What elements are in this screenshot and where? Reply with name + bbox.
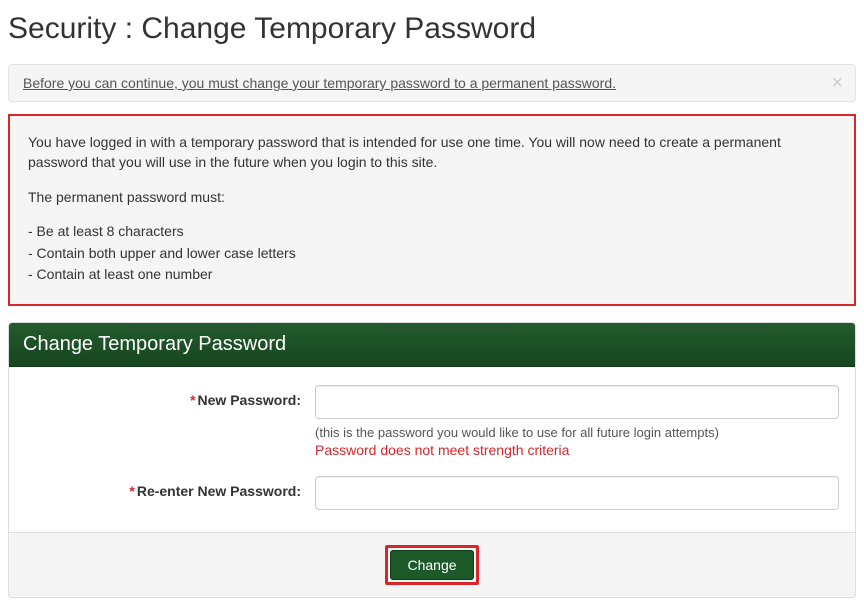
requirement-item: - Be at least 8 characters: [28, 221, 836, 243]
change-button-highlight: Change: [385, 545, 478, 585]
reenter-password-row: *Re-enter New Password:: [25, 476, 839, 510]
change-button[interactable]: Change: [390, 550, 473, 580]
reenter-password-input[interactable]: [315, 476, 839, 510]
password-strength-error: Password does not meet strength criteria: [315, 442, 839, 458]
new-password-hint: (this is the password you would like to …: [315, 425, 839, 440]
close-icon[interactable]: ×: [831, 73, 843, 93]
new-password-label: *New Password:: [25, 385, 315, 408]
new-password-row: *New Password: (this is the password you…: [25, 385, 839, 458]
panel-footer: Change: [9, 532, 855, 597]
instruction-intro: You have logged in with a temporary pass…: [28, 132, 836, 173]
requirement-item: - Contain both upper and lower case lett…: [28, 243, 836, 265]
alert-banner: Before you can continue, you must change…: [8, 64, 856, 102]
reenter-password-label: *Re-enter New Password:: [25, 476, 315, 499]
change-password-panel: Change Temporary Password *New Password:…: [8, 322, 856, 598]
requirement-item: - Contain at least one number: [28, 264, 836, 286]
page-title: Security : Change Temporary Password: [8, 12, 856, 46]
alert-text: Before you can continue, you must change…: [23, 75, 616, 91]
instruction-must-label: The permanent password must:: [28, 187, 836, 207]
panel-title: Change Temporary Password: [9, 323, 855, 367]
required-mark: *: [190, 392, 195, 408]
new-password-input[interactable]: [315, 385, 839, 419]
required-mark: *: [129, 483, 134, 499]
instruction-box: You have logged in with a temporary pass…: [8, 114, 856, 306]
